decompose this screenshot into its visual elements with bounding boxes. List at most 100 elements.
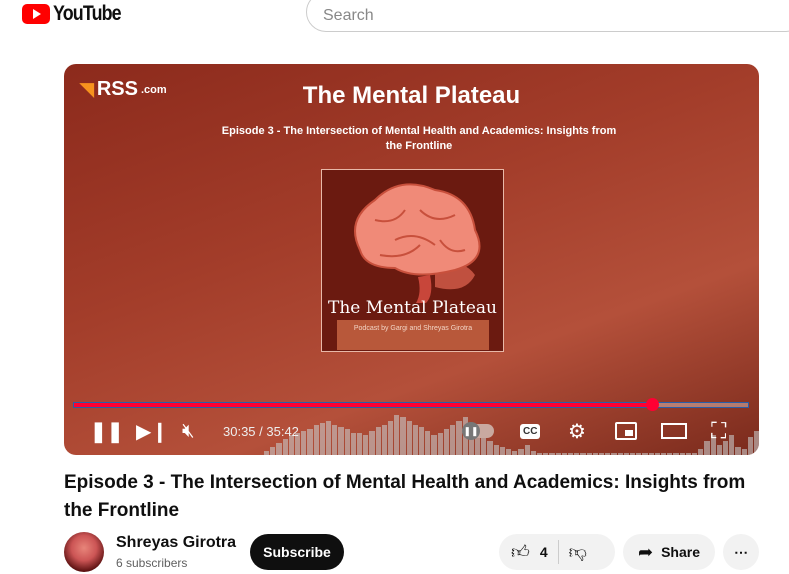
waveform-bar [629,453,636,455]
waveform-bar [536,453,543,455]
waveform-bar [388,421,394,455]
waveform-bar [332,425,338,455]
fullscreen-button[interactable]: ⛶ [711,418,726,443]
progress-fill [74,403,652,407]
waveform-bar [661,453,667,455]
progress-bar[interactable] [73,398,749,411]
next-icon: ▶❙ [136,420,169,443]
waveform-bar [648,453,654,455]
waveform-bar [574,453,580,455]
waveform-bar [747,437,754,455]
artwork-title: The Mental Plateau [328,298,497,318]
share-icon: ➦ [637,541,654,562]
waveform-bar [326,421,332,455]
waveform-bar [363,435,369,455]
waveform-bar [636,453,642,455]
waveform-bar [394,415,400,455]
waveform-bar [400,417,406,455]
pause-icon: ❚❚ [90,420,124,443]
waveform-bar [412,425,419,455]
waveform-bar [344,429,350,455]
youtube-logo[interactable]: YouTube [22,2,133,26]
waveform-bar [673,453,679,455]
waveform-bar [437,433,443,455]
waveform-bar [704,441,710,455]
youtube-play-icon [22,4,50,24]
waveform-bar [598,453,605,455]
like-count: 4 [539,544,548,560]
waveform-bar [301,431,307,455]
waveform-bar [270,447,276,455]
waveform-bar [692,453,698,455]
waveform-bar [654,453,660,455]
waveform-bar [456,421,462,455]
waveform-bar [623,453,629,455]
share-button[interactable]: ➦ Share [623,534,715,570]
waveform-bar [425,431,431,455]
captions-button[interactable]: CC [520,420,541,442]
waveform-bar [381,425,388,455]
waveform-bar [369,431,375,455]
pause-button[interactable]: ❚❚ [90,420,124,443]
time-display: 30:35 / 35:42 [223,423,299,439]
subscribe-button[interactable]: Subscribe [250,534,344,570]
waveform-bar [505,449,512,455]
waveform-bar [443,429,450,455]
brain-image [354,183,481,303]
video-frame-subtitle: Episode 3 - The Intersection of Mental H… [221,125,617,152]
settings-button[interactable]: ⚙ [568,420,586,443]
thumbs-down-icon: 👎︎ [568,542,587,562]
waveform-bar [431,435,437,455]
miniplayer-icon [615,422,637,440]
waveform-bar [350,433,357,455]
video-player[interactable]: ◥ RSS .com The Mental Plateau Episode 3 - … [64,64,759,455]
theater-mode-button[interactable] [661,420,687,442]
more-actions-button[interactable]: ⋯ [723,534,759,570]
channel-name[interactable]: Shreyas Girotra [116,534,236,552]
channel-avatar[interactable] [64,532,104,572]
waveform-bar [313,425,319,455]
waveform-bar [735,447,741,455]
search-input[interactable]: Search [306,0,789,32]
pause-icon: ❚❚ [462,422,480,440]
artwork-caption: Podcast by Gargi and Shreyas Girotra [337,320,489,350]
subscriber-count: 6 subscribers [116,556,188,570]
waveform-bar [642,453,648,455]
waveform-bar [512,451,518,455]
waveform-bar [419,427,425,455]
dislike-button[interactable]: 👎︎ [569,541,587,563]
next-button[interactable]: ▶❙ [136,420,169,443]
waveform-bar [561,453,567,455]
waveform-bar [754,431,759,455]
waveform-bar [487,441,493,455]
waveform-bar [729,435,735,455]
podcast-artwork: The Mental Plateau Podcast by Gargi and … [321,169,504,352]
miniplayer-button[interactable] [615,420,637,442]
waveform-bar [524,445,530,455]
waveform-bar [518,449,524,455]
muted-speaker-icon: 🔇︎ [182,419,195,442]
waveform-bar [741,449,747,455]
waveform-bar [357,433,363,455]
autoplay-toggle[interactable]: ❚❚ [462,420,494,442]
waveform-bar [605,453,611,455]
scrubber-handle[interactable] [645,398,659,411]
like-dislike-group: 👍︎ 4 👎︎ [499,534,615,570]
waveform-bar [667,453,673,455]
theater-icon [661,423,687,439]
waveform-bar [580,453,586,455]
waveform-bar [543,453,549,455]
waveform-bar [375,427,381,455]
waveform-bar [406,421,412,455]
mute-button[interactable]: 🔇︎ [182,420,195,442]
like-button[interactable]: 👍︎ 4 [499,541,548,563]
waveform-bar [567,453,574,455]
waveform-bar [716,445,723,455]
waveform-bar [611,453,617,455]
waveform-bar [555,453,561,455]
waveform-bar [319,423,326,455]
waveform-bar [530,451,536,455]
video-title: Episode 3 - The Intersection of Mental H… [64,472,746,521]
waveform-bar [592,453,598,455]
thumbs-up-icon: 👍︎ [511,542,530,562]
